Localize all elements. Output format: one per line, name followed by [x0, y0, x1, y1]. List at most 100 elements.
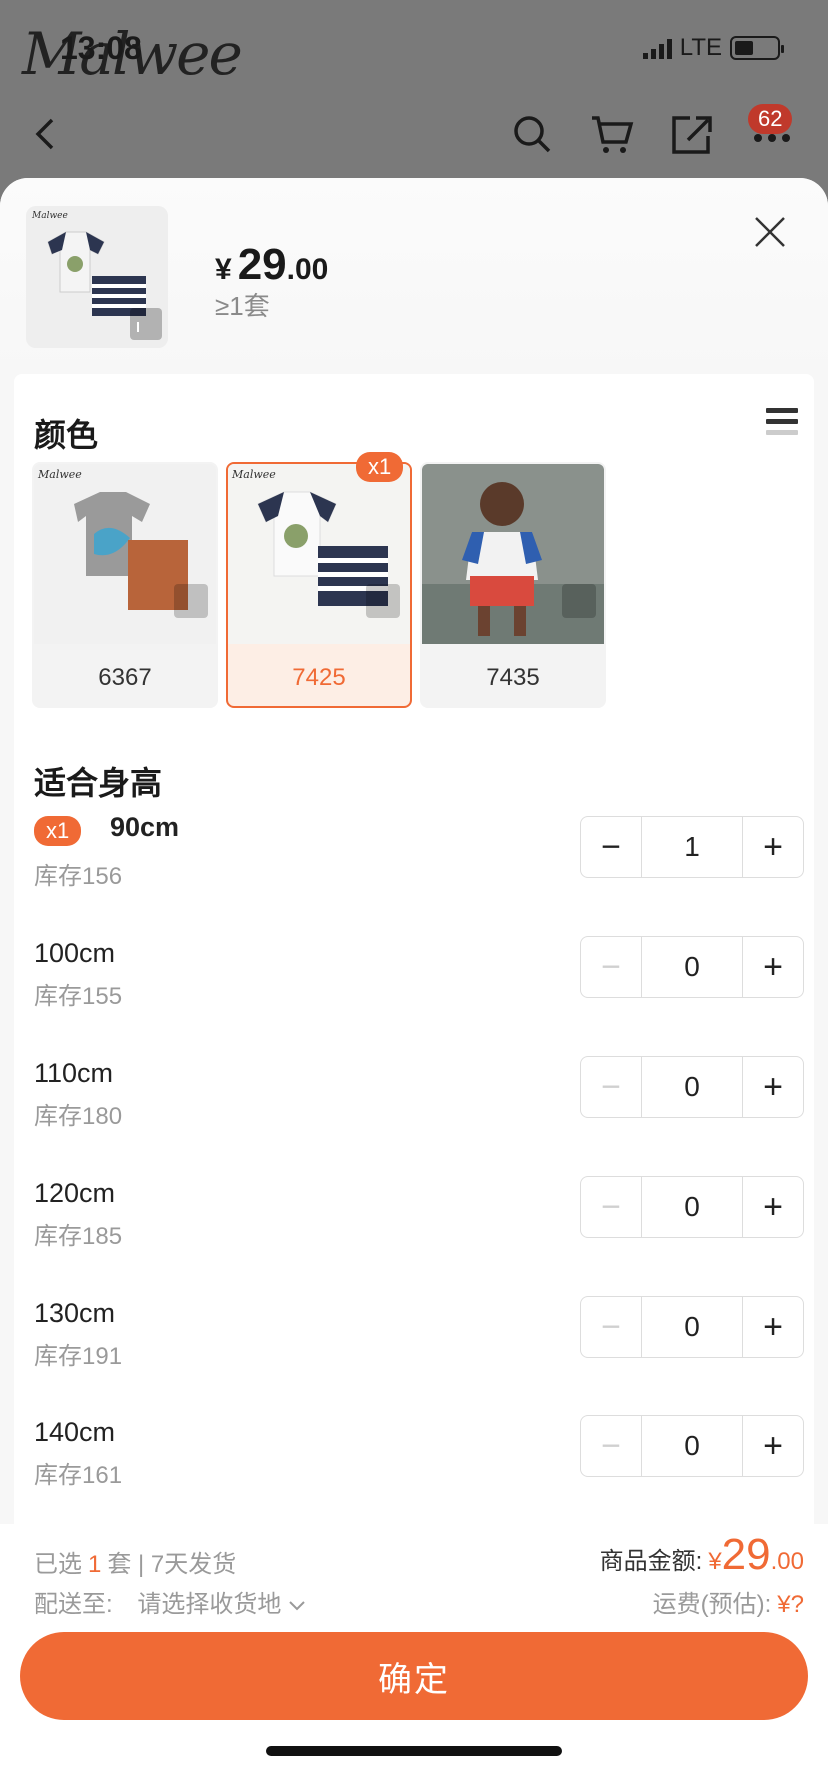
decrement-button[interactable]: −	[581, 937, 641, 997]
unit-price: ¥ 29 .00	[215, 240, 328, 290]
swatch-image: Malwee	[228, 464, 410, 644]
size-row-110: 110cm 库存180 − 0 +	[34, 1052, 804, 1152]
increment-button[interactable]: +	[743, 1416, 803, 1476]
swatch-qty-badge: x1	[356, 452, 404, 482]
increment-button[interactable]: +	[743, 1057, 803, 1117]
network-label: LTE	[679, 34, 722, 61]
network-status: LTE	[642, 34, 784, 62]
home-indicator	[266, 1746, 562, 1756]
cart-icon[interactable]	[588, 110, 636, 158]
size-label: 90cm	[110, 812, 180, 842]
quantity-stepper: − 0 +	[580, 1176, 804, 1238]
increment-button[interactable]: +	[743, 937, 803, 997]
message-badge: 62	[748, 104, 793, 134]
size-label: 100cm	[34, 938, 116, 968]
freight-label: 运费(预估):	[652, 1591, 772, 1618]
amount-currency: ¥	[708, 1548, 722, 1575]
swatch-label: 7435	[486, 664, 540, 691]
battery-icon	[730, 36, 784, 60]
share-icon[interactable]	[668, 110, 716, 158]
stock-label: 库存180	[34, 1103, 123, 1130]
increment-button[interactable]: +	[743, 1177, 803, 1237]
size-label: 120cm	[34, 1178, 116, 1208]
top-nav-bar	[0, 100, 828, 180]
search-icon[interactable]	[508, 110, 556, 158]
size-label: 140cm	[34, 1417, 116, 1447]
status-time: 13:08	[60, 30, 142, 66]
sheet-header: Malwee ¥ 29 .00 ≥1套	[0, 178, 828, 374]
selected-summary: 已选 1 套 | 7天发货	[34, 1544, 236, 1579]
size-section-title: 适合身高	[34, 765, 163, 801]
color-section-title: 颜色	[34, 417, 99, 453]
quantity-stepper: − 0 +	[580, 1056, 804, 1118]
confirm-button[interactable]: 确定	[20, 1632, 808, 1720]
stock-label: 库存156	[34, 863, 123, 890]
amount-decimal: .00	[770, 1548, 804, 1575]
ship-to-selector[interactable]: 配送至: 请选择收货地	[34, 1584, 306, 1619]
swatch-image	[422, 464, 604, 644]
color-swatch-6367[interactable]: Malwee 6367	[32, 462, 218, 708]
product-thumbnail[interactable]: Malwee	[26, 206, 168, 348]
stock-label: 库存185	[34, 1223, 123, 1250]
swatch-label: 7425	[292, 664, 346, 691]
quantity-value[interactable]: 0	[641, 937, 743, 997]
decrement-button[interactable]: −	[581, 1177, 641, 1237]
swatch-label: 6367	[98, 664, 152, 691]
signal-icon	[642, 37, 672, 59]
view-toggle-icon[interactable]	[766, 408, 798, 442]
freight-value: ¥?	[777, 1591, 804, 1618]
quantity-value[interactable]: 0	[641, 1416, 743, 1476]
price-decimal: .00	[286, 253, 329, 286]
close-icon[interactable]	[752, 214, 788, 250]
quantity-value[interactable]: 1	[641, 817, 743, 877]
price-integer: 29	[237, 240, 287, 289]
order-summary-footer: 已选 1 套 | 7天发货 配送至: 请选择收货地 商品金额: ¥ 29 .00 运…	[0, 1524, 828, 1792]
min-order-qty: ≥1套	[215, 291, 270, 321]
size-row-120: 120cm 库存185 − 0 +	[34, 1172, 804, 1272]
quantity-value[interactable]: 0	[641, 1297, 743, 1357]
color-swatch-7425[interactable]: Malwee 7425	[226, 462, 412, 708]
quantity-stepper: − 0 +	[580, 1415, 804, 1477]
decrement-button[interactable]: −	[581, 1297, 641, 1357]
svg-text:Malwee: Malwee	[37, 468, 82, 481]
stock-label: 库存191	[34, 1343, 123, 1370]
decrement-button[interactable]: −	[581, 1416, 641, 1476]
goods-amount: 商品金额: ¥ 29 .00	[600, 1530, 804, 1580]
price-currency: ¥	[215, 253, 232, 286]
decrement-button[interactable]: −	[581, 1057, 641, 1117]
stock-label: 库存155	[34, 983, 123, 1010]
back-icon[interactable]	[22, 110, 70, 158]
increment-button[interactable]: +	[743, 817, 803, 877]
stock-label: 库存161	[34, 1462, 123, 1489]
amount-label: 商品金额:	[599, 1548, 703, 1575]
status-bar: Malwee 13:08 LTE	[0, 0, 828, 100]
ship-to-label: 配送至:	[34, 1591, 113, 1618]
selected-suffix: 套 | 7天发货	[107, 1551, 237, 1578]
quantity-value[interactable]: 0	[641, 1177, 743, 1237]
quantity-value[interactable]: 0	[641, 1057, 743, 1117]
freight-estimate: 运费(预估): ¥?	[653, 1584, 804, 1619]
svg-text:Malwee: Malwee	[31, 211, 68, 221]
ship-to-value[interactable]: 请选择收货地	[137, 1591, 281, 1618]
size-row-90: x1 90cm 库存156 − 1 +	[34, 812, 804, 912]
quantity-stepper: − 0 +	[580, 936, 804, 998]
selected-count: 1	[88, 1551, 102, 1578]
size-qty-badge: x1	[34, 816, 82, 846]
svg-text:Malwee: Malwee	[231, 468, 276, 481]
selected-prefix: 已选	[34, 1551, 82, 1578]
increment-button[interactable]: +	[743, 1297, 803, 1357]
size-label: 110cm	[34, 1058, 114, 1088]
size-label: 130cm	[34, 1298, 116, 1328]
color-swatches: Malwee 6367 Malwee 7425 7435	[32, 462, 606, 708]
quantity-stepper: − 1 +	[580, 816, 804, 878]
decrement-button[interactable]: −	[581, 817, 641, 877]
quantity-stepper: − 0 +	[580, 1296, 804, 1358]
size-row-100: 100cm 库存155 − 0 +	[34, 932, 804, 1032]
amount-integer: 29	[721, 1530, 771, 1579]
size-row-130: 130cm 库存191 − 0 +	[34, 1292, 804, 1392]
size-row-140: 140cm 库存161 − 0 +	[34, 1411, 804, 1511]
swatch-image: Malwee	[34, 464, 216, 644]
color-swatch-7435[interactable]: 7435	[420, 462, 606, 708]
chevron-down-icon	[289, 1601, 305, 1611]
sku-selector-sheet: Malwee ¥ 29 .00 ≥1套 颜色 Malwee 6367 Malwe…	[0, 178, 828, 1792]
